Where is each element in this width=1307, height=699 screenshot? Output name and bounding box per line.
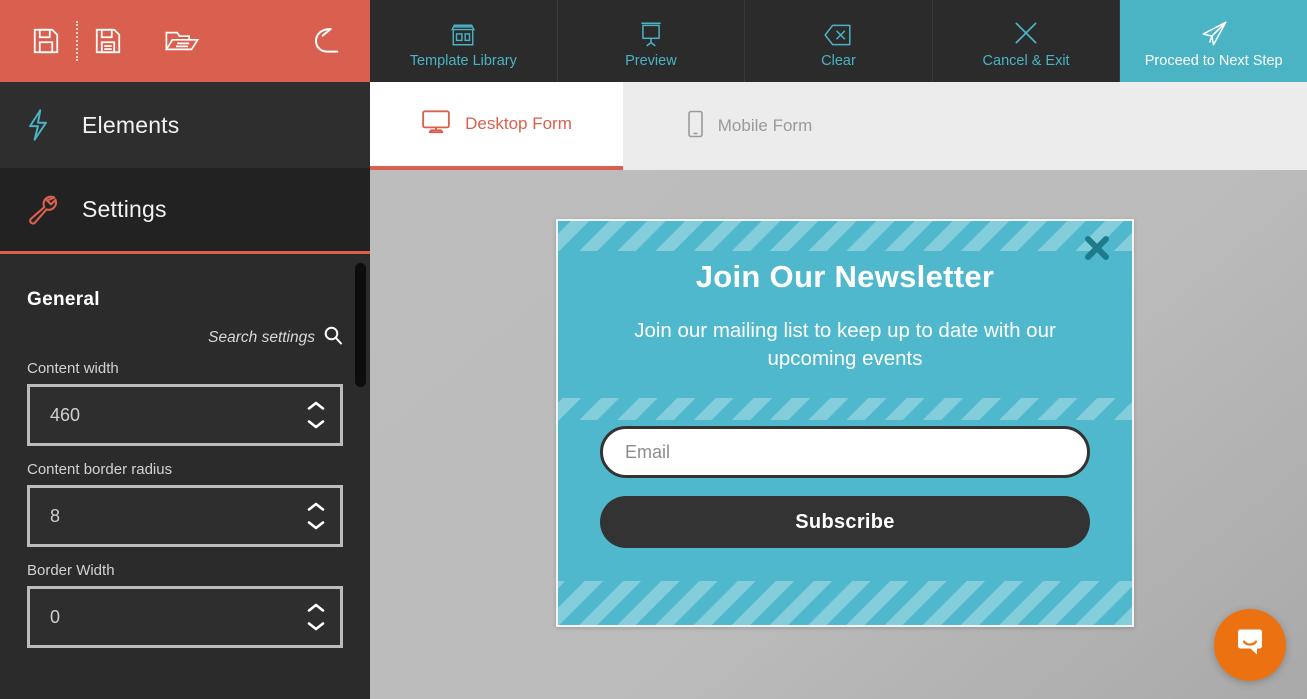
cancel-exit-icon	[1011, 14, 1041, 48]
field-label-content-border-radius: Content border radius	[27, 461, 173, 478]
content-width-value: 460	[50, 404, 81, 425]
content-width-input[interactable]: 460	[27, 384, 343, 446]
clear-label: Clear	[821, 52, 856, 69]
popup-title: Join Our Newsletter	[695, 259, 995, 294]
popup-subtitle: Join our mailing list to keep up to date…	[634, 319, 1056, 371]
field-label-content-width: Content width	[27, 360, 119, 377]
template-library-label: Template Library	[409, 52, 517, 69]
toolbar-divider	[76, 21, 78, 61]
save-button[interactable]	[22, 17, 70, 65]
lightning-bolt-icon	[24, 108, 70, 142]
open-file-button[interactable]	[158, 17, 206, 65]
preview-icon	[638, 14, 664, 48]
popup-stripe-top	[558, 221, 1132, 251]
proceed-label: Proceed to Next Step	[1144, 52, 1283, 69]
proceed-icon	[1199, 14, 1229, 48]
template-library-button[interactable]: Template Library	[370, 0, 558, 82]
newsletter-popup: Join Our Newsletter Join our mailing lis…	[556, 219, 1134, 627]
search-settings-label: Search settings	[208, 328, 315, 346]
border-width-value: 0	[50, 606, 61, 627]
border-width-stepper[interactable]	[306, 603, 326, 632]
clear-icon	[823, 14, 853, 48]
popup-close-button[interactable]	[1078, 231, 1116, 269]
left-panel: Elements Settings General Search setting…	[0, 0, 370, 699]
form-canvas: Join Our Newsletter Join our mailing lis…	[370, 170, 1307, 699]
template-library-icon	[450, 14, 476, 48]
chat-bubble-icon	[1233, 626, 1267, 665]
undo-button[interactable]	[300, 17, 348, 65]
content-border-radius-input[interactable]: 8	[27, 485, 343, 547]
preview-button[interactable]: Preview	[558, 0, 746, 82]
border-width-input[interactable]: 0	[27, 586, 343, 648]
settings-section-heading: General	[27, 289, 100, 310]
save-as-button[interactable]	[84, 17, 132, 65]
chevron-up-icon	[307, 401, 325, 410]
settings-panel: General Search settings Content width 46…	[0, 261, 370, 699]
clear-button[interactable]: Clear	[745, 0, 933, 82]
field-label-border-width: Border Width	[27, 562, 115, 579]
save-as-icon	[93, 26, 123, 56]
content-width-stepper[interactable]	[306, 401, 326, 430]
open-folder-icon	[164, 26, 200, 56]
subscribe-button[interactable]: Subscribe	[600, 496, 1090, 548]
sidebar-item-settings[interactable]: Settings	[0, 168, 370, 254]
file-toolbar	[0, 0, 370, 82]
popup-header: Join Our Newsletter Join our mailing lis…	[558, 259, 1132, 374]
tab-mobile-form[interactable]: Mobile Form	[623, 82, 876, 170]
chat-widget-button[interactable]	[1214, 609, 1286, 681]
chevron-down-icon	[307, 420, 325, 429]
tab-mobile-form-label: Mobile Form	[717, 116, 813, 135]
chevron-up-icon	[307, 502, 325, 511]
wrench-icon	[24, 193, 70, 227]
email-field[interactable]	[600, 426, 1090, 478]
search-icon	[323, 325, 343, 350]
proceed-to-next-step-button[interactable]: Proceed to Next Step	[1120, 0, 1307, 82]
tab-desktop-form[interactable]: Desktop Form	[370, 82, 623, 170]
sidebar-item-elements[interactable]: Elements	[0, 82, 370, 168]
sidebar-item-label: Settings	[82, 196, 167, 222]
undo-icon	[304, 21, 344, 61]
chevron-down-icon	[307, 521, 325, 530]
cancel-exit-button[interactable]: Cancel & Exit	[933, 0, 1121, 82]
chevron-down-icon	[307, 622, 325, 631]
cancel-exit-label: Cancel & Exit	[982, 52, 1070, 69]
settings-scrollbar[interactable]	[355, 263, 366, 387]
popup-stripe-middle	[558, 398, 1132, 420]
sidebar-item-label: Elements	[82, 111, 180, 138]
chevron-up-icon	[307, 603, 325, 612]
preview-label: Preview	[625, 52, 677, 69]
newsletter-form: Subscribe	[558, 426, 1132, 548]
content-border-radius-value: 8	[50, 505, 61, 526]
desktop-monitor-icon	[421, 109, 451, 140]
popup-stripe-bottom	[558, 581, 1132, 625]
device-tab-bar: Desktop Form Mobile Form	[370, 82, 1307, 170]
top-navigation-bar: Template Library Preview Clear Cancel & …	[370, 0, 1307, 82]
app-root: Elements Settings General Search setting…	[0, 0, 1307, 699]
mobile-phone-icon	[687, 110, 704, 143]
search-settings-button[interactable]: Search settings	[27, 325, 343, 350]
content-border-radius-stepper[interactable]	[306, 502, 326, 531]
tab-desktop-form-label: Desktop Form	[465, 114, 572, 133]
save-icon	[31, 26, 61, 56]
close-x-icon	[1082, 233, 1112, 268]
